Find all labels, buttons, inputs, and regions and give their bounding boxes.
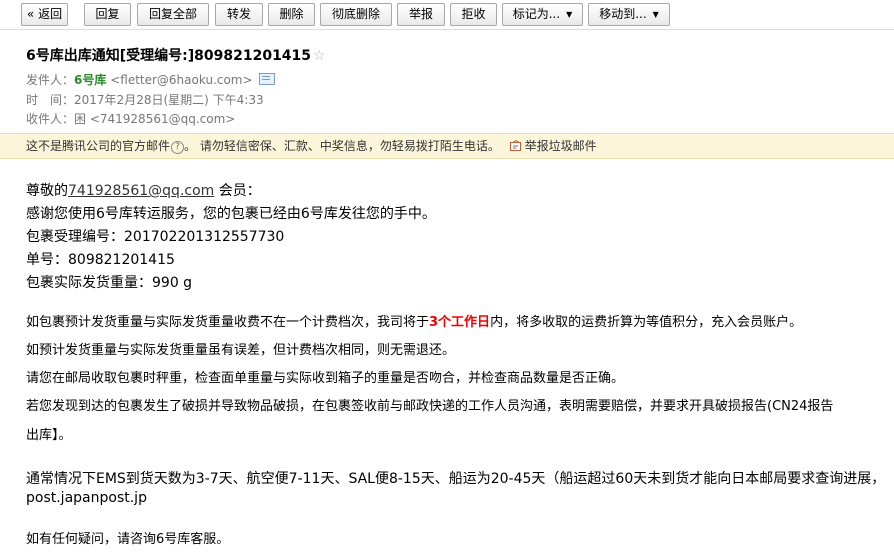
greeting-suffix: 会员： — [214, 183, 261, 199]
to-label: 收件人： — [26, 112, 75, 126]
move-to-label: 移动到... — [599, 7, 647, 21]
mail-subject: 6号库出库通知[受理编号:]809821201415 ☆ — [26, 45, 326, 65]
warning-text-2: 。 请勿轻信密保、汇款、中奖信息，勿轻易拨打陌生电话。 — [184, 139, 500, 153]
subject-text: 6号库出库通知[受理编号:]809821201415 — [26, 48, 312, 64]
greeting-line: 尊敬的741928561@qq.com 会员： — [26, 180, 261, 200]
report-spam-icon — [509, 135, 522, 151]
contact-support-line: 如有任何疑问，请咨询6号库客服。 — [26, 532, 230, 547]
warning-text: 这不是腾讯公司的官方邮件 — [26, 139, 171, 153]
time-row: 时 间：2017年2月28日(星期二) 下午4:33 — [26, 91, 264, 108]
weight-line: 包裹实际发货重量：990 g — [26, 275, 193, 291]
accept-number-line: 包裹受理编号：201702201312557730 — [26, 229, 285, 245]
delete-button[interactable]: 删除 — [268, 3, 315, 26]
damage-paragraph: 若您发现到达的包裹发生了破损并导致物品破损，在包裹签收前与邮政快递的工作人员沟通… — [26, 399, 834, 414]
contact-card-icon[interactable] — [258, 73, 275, 85]
forward-button[interactable]: 转发 — [215, 3, 263, 26]
dropdown-arrow-icon: ▼ — [566, 10, 573, 19]
security-warning-bar: 这不是腾讯公司的官方邮件?。 请勿轻信密保、汇款、中奖信息，勿轻易拨打陌生电话。… — [0, 133, 894, 159]
no-refund-paragraph: 如预计发货重量与实际发货重量虽有误差，但计费档次相同，则无需退还。 — [26, 343, 456, 358]
reply-all-button[interactable]: 回复全部 — [137, 3, 209, 26]
refund-paragraph: 如包裹预计发货重量与实际发货重量收费不在一个计费档次，我司将于3个工作日内，将多… — [26, 311, 802, 330]
greeting-prefix: 尊敬的 — [26, 183, 68, 199]
thanks-line: 感谢您使用6号库转运服务，您的包裹已经由6号库发往您的手中。 — [26, 206, 436, 222]
from-label: 发件人： — [26, 73, 75, 87]
recipient-row: 收件人：困 <741928561@qq.com> — [26, 110, 235, 127]
time-label: 时 间： — [26, 93, 75, 107]
greeting-email-link[interactable]: 741928561@qq.com — [68, 183, 214, 199]
sender-row: 发件人：6号库 <fletter@6haoku.com> — [26, 71, 275, 88]
dropdown-arrow-icon: ▼ — [652, 10, 659, 19]
sender-name[interactable]: 6号库 — [74, 73, 106, 87]
weigh-check-paragraph: 请您在邮局收取包裹时秤重，检查面单重量与实际收到箱子的重量是否吻合，并检查商品数… — [26, 371, 625, 386]
back-button[interactable]: « 返回 — [21, 3, 68, 26]
report-spam-label: 举报垃圾邮件 — [524, 139, 597, 153]
move-to-dropdown[interactable]: 移动到... ▼ — [588, 3, 670, 26]
order-number-line: 单号：809821201415 — [26, 252, 175, 268]
mail-toolbar: « 返回 回复 回复全部 转发 删除 彻底删除 举报 拒收 标记为... ▼ 移动… — [0, 0, 894, 30]
time-value: 2017年2月28日(星期二) 下午4:33 — [74, 93, 264, 107]
delete-forever-button[interactable]: 彻底删除 — [320, 3, 392, 26]
refund-text-b: 内，将多收取的运费折算为等值积分，充入会员账户。 — [490, 315, 803, 330]
japanpost-link[interactable]: post.japanpost.jp — [26, 490, 147, 506]
report-spam-link[interactable]: 举报垃圾邮件 — [509, 139, 597, 153]
damage-paragraph-cont: 出库】。 — [26, 428, 72, 443]
star-icon[interactable]: ☆ — [313, 48, 326, 64]
work-days-highlight: 3个工作日 — [429, 315, 491, 330]
reject-button[interactable]: 拒收 — [450, 3, 497, 26]
delivery-time-paragraph: 通常情况下EMS到货天数为3-7天、航空便7-11天、SAL便8-15天、船运为… — [26, 471, 886, 487]
help-question-icon[interactable]: ? — [171, 141, 185, 154]
sender-email: <fletter@6haoku.com> — [110, 73, 253, 87]
mark-as-dropdown[interactable]: 标记为... ▼ — [502, 3, 583, 26]
to-value: 困 <741928561@qq.com> — [74, 112, 236, 126]
report-button[interactable]: 举报 — [397, 3, 445, 26]
mark-as-label: 标记为... — [512, 7, 561, 21]
reply-button[interactable]: 回复 — [84, 3, 131, 26]
refund-text-a: 如包裹预计发货重量与实际发货重量收费不在一个计费档次，我司将于 — [26, 315, 430, 330]
